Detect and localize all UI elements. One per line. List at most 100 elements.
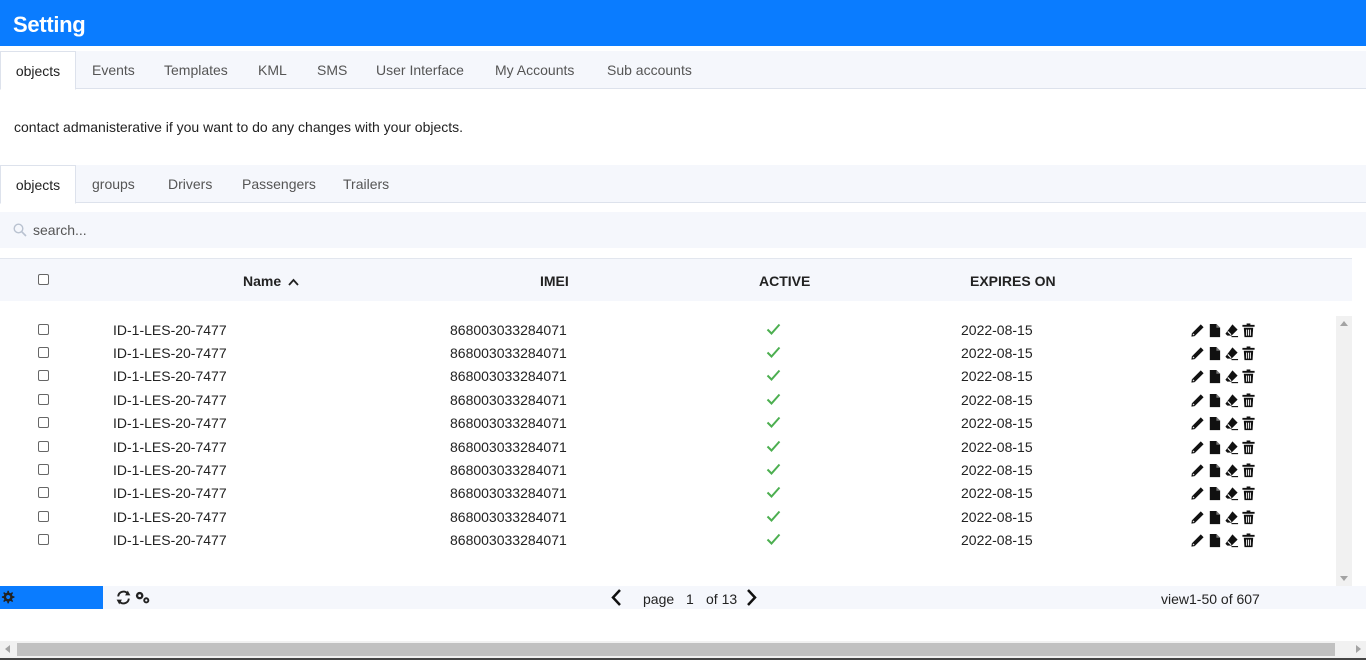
table-row[interactable]: ID-1-LES-20-7477 868003033284071 2022-08…	[0, 319, 1336, 342]
file-icon[interactable]	[1207, 510, 1222, 525]
pencil-icon[interactable]	[1190, 346, 1205, 361]
table-row[interactable]: ID-1-LES-20-7477 868003033284071 2022-08…	[0, 365, 1336, 388]
tab-my-accounts[interactable]: My Accounts	[495, 51, 574, 89]
horizontal-scroll-thumb[interactable]	[17, 643, 1335, 656]
gear-icon[interactable]	[0, 590, 15, 605]
tab-sub-accounts[interactable]: Sub accounts	[607, 51, 692, 89]
table-row[interactable]: ID-1-LES-20-7477 868003033284071 2022-08…	[0, 389, 1336, 412]
trash-icon[interactable]	[1241, 510, 1256, 525]
chevron-right-icon[interactable]	[744, 588, 758, 607]
trash-icon[interactable]	[1241, 393, 1256, 408]
eraser-icon[interactable]	[1224, 323, 1239, 338]
select-all-checkbox[interactable]	[38, 274, 49, 285]
eraser-icon[interactable]	[1224, 440, 1239, 455]
chevron-left-icon[interactable]	[610, 588, 624, 607]
current-page-input[interactable]: 1	[686, 591, 694, 607]
tab-objects[interactable]: objects	[0, 51, 76, 90]
eraser-icon[interactable]	[1224, 369, 1239, 384]
eraser-icon[interactable]	[1224, 346, 1239, 361]
eraser-icon[interactable]	[1224, 393, 1239, 408]
file-icon[interactable]	[1207, 463, 1222, 478]
tab-sms[interactable]: SMS	[317, 51, 347, 89]
trash-icon[interactable]	[1241, 463, 1256, 478]
subtab-passengers[interactable]: Passengers	[242, 165, 316, 203]
trash-icon[interactable]	[1241, 486, 1256, 501]
row-checkbox[interactable]	[38, 487, 49, 498]
cell-expires-on: 2022-08-15	[961, 345, 1033, 361]
cell-name: ID-1-LES-20-7477	[113, 509, 227, 525]
table-row[interactable]: ID-1-LES-20-7477 868003033284071 2022-08…	[0, 482, 1336, 505]
subtab-drivers[interactable]: Drivers	[168, 165, 212, 203]
pencil-icon[interactable]	[1190, 533, 1205, 548]
subtab-groups[interactable]: groups	[92, 165, 135, 203]
table-row[interactable]: ID-1-LES-20-7477 868003033284071 2022-08…	[0, 506, 1336, 529]
scroll-right-arrow-icon[interactable]	[1356, 645, 1361, 653]
column-header-active[interactable]: ACTIVE	[759, 273, 810, 289]
file-icon[interactable]	[1207, 486, 1222, 501]
tab-events[interactable]: Events	[92, 51, 135, 89]
trash-icon[interactable]	[1241, 369, 1256, 384]
cell-imei: 868003033284071	[450, 485, 567, 501]
file-icon[interactable]	[1207, 346, 1222, 361]
scroll-down-arrow-icon[interactable]	[1340, 576, 1348, 581]
settings-tabs: objects Events Templates KML SMS User In…	[0, 51, 1366, 90]
trash-icon[interactable]	[1241, 323, 1256, 338]
table-row[interactable]: ID-1-LES-20-7477 868003033284071 2022-08…	[0, 412, 1336, 435]
file-icon[interactable]	[1207, 533, 1222, 548]
pencil-icon[interactable]	[1190, 369, 1205, 384]
trash-icon[interactable]	[1241, 416, 1256, 431]
search-input[interactable]	[33, 220, 433, 240]
file-icon[interactable]	[1207, 416, 1222, 431]
refresh-icon[interactable]	[115, 589, 132, 606]
row-checkbox[interactable]	[38, 511, 49, 522]
scroll-left-arrow-icon[interactable]	[5, 645, 10, 653]
eraser-icon[interactable]	[1224, 486, 1239, 501]
column-header-expires-on[interactable]: EXPIRES ON	[970, 273, 1056, 289]
cell-expires-on: 2022-08-15	[961, 462, 1033, 478]
row-checkbox[interactable]	[38, 394, 49, 405]
eraser-icon[interactable]	[1224, 510, 1239, 525]
eraser-icon[interactable]	[1224, 463, 1239, 478]
trash-icon[interactable]	[1241, 533, 1256, 548]
vertical-scrollbar[interactable]	[1336, 316, 1352, 586]
row-checkbox[interactable]	[38, 347, 49, 358]
row-checkbox[interactable]	[38, 417, 49, 428]
table-row[interactable]: ID-1-LES-20-7477 868003033284071 2022-08…	[0, 342, 1336, 365]
subtab-trailers[interactable]: Trailers	[343, 165, 389, 203]
pencil-icon[interactable]	[1190, 393, 1205, 408]
row-checkbox[interactable]	[38, 324, 49, 335]
scroll-up-arrow-icon[interactable]	[1340, 321, 1348, 326]
subtab-objects[interactable]: objects	[0, 165, 76, 204]
pencil-icon[interactable]	[1190, 440, 1205, 455]
file-icon[interactable]	[1207, 323, 1222, 338]
row-checkbox[interactable]	[38, 464, 49, 475]
pencil-icon[interactable]	[1190, 463, 1205, 478]
row-checkbox[interactable]	[38, 534, 49, 545]
pencil-icon[interactable]	[1190, 510, 1205, 525]
pencil-icon[interactable]	[1190, 323, 1205, 338]
pencil-icon[interactable]	[1190, 416, 1205, 431]
column-header-name[interactable]: Name	[243, 273, 299, 289]
row-actions	[1190, 440, 1260, 456]
horizontal-scrollbar[interactable]	[0, 641, 1366, 658]
file-icon[interactable]	[1207, 369, 1222, 384]
table-row[interactable]: ID-1-LES-20-7477 868003033284071 2022-08…	[0, 459, 1336, 482]
trash-icon[interactable]	[1241, 346, 1256, 361]
tab-templates[interactable]: Templates	[164, 51, 228, 89]
settings-strip[interactable]	[0, 586, 103, 609]
cell-name: ID-1-LES-20-7477	[113, 345, 227, 361]
row-checkbox[interactable]	[38, 370, 49, 381]
eraser-icon[interactable]	[1224, 533, 1239, 548]
pencil-icon[interactable]	[1190, 486, 1205, 501]
tab-user-interface[interactable]: User Interface	[376, 51, 464, 89]
file-icon[interactable]	[1207, 393, 1222, 408]
table-row[interactable]: ID-1-LES-20-7477 868003033284071 2022-08…	[0, 529, 1336, 552]
gears-icon[interactable]	[134, 589, 151, 606]
file-icon[interactable]	[1207, 440, 1222, 455]
row-checkbox[interactable]	[38, 441, 49, 452]
eraser-icon[interactable]	[1224, 416, 1239, 431]
table-row[interactable]: ID-1-LES-20-7477 868003033284071 2022-08…	[0, 436, 1336, 459]
tab-kml[interactable]: KML	[258, 51, 287, 89]
trash-icon[interactable]	[1241, 440, 1256, 455]
column-header-imei[interactable]: IMEI	[540, 273, 569, 289]
